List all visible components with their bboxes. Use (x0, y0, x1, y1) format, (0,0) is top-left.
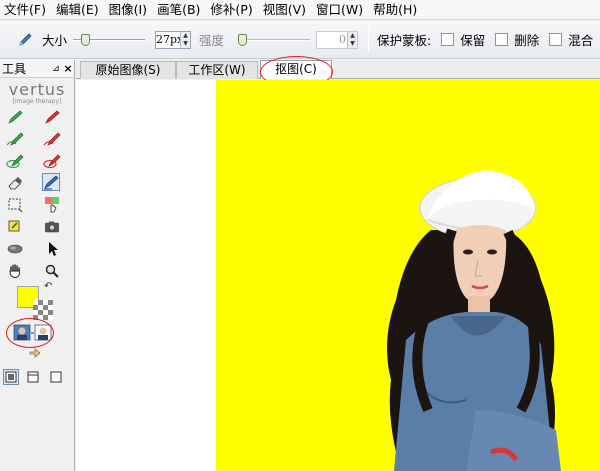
eraser-tool[interactable] (6, 174, 24, 192)
menu-repair[interactable]: 修补(P) (206, 0, 258, 20)
menu-edit[interactable]: 编辑(E) (52, 0, 105, 20)
swap-colors-icon[interactable]: ↶ (44, 282, 54, 292)
full-view-icon (50, 371, 62, 383)
strength-label: 强度 (199, 33, 225, 48)
delete-brush-tool[interactable] (43, 108, 61, 126)
delete-label: 删除 (514, 33, 540, 48)
logo-main: vertus (8, 80, 66, 99)
size-slider-thumb[interactable] (81, 33, 91, 46)
rectangle-select-icon (8, 198, 23, 213)
tab-extract[interactable]: 抠图(C) (260, 60, 332, 79)
strength-up-arrow-icon[interactable]: ▲ (348, 32, 357, 40)
strength-spinbox[interactable]: 0 ▲ ▼ (316, 30, 359, 49)
pin-icon[interactable]: ⊿ (50, 64, 62, 74)
delete-region-tool[interactable] (43, 152, 61, 170)
eraser-icon (8, 177, 22, 190)
smudge-tool[interactable] (6, 240, 24, 258)
tool-panel: 工具 ⊿ × vertus [image therapy] ↶ (0, 60, 75, 471)
menu-brush[interactable]: 画笔(B) (153, 0, 206, 20)
portrait-thumbnail-icon (13, 324, 52, 341)
menu-view[interactable]: 视图(V) (259, 0, 312, 20)
rect-select-tool[interactable] (6, 196, 24, 214)
red-brush-icon (45, 110, 60, 124)
brush-icon (19, 32, 32, 46)
layout-full-button[interactable] (48, 369, 64, 385)
keep-checkbox[interactable] (441, 33, 455, 46)
size-up-arrow-icon[interactable]: ▲ (181, 32, 190, 40)
smudge-icon (7, 244, 23, 254)
layout-split-button[interactable] (25, 369, 41, 385)
options-toolbar: 大小 27px ▲ ▼ 强度 0 ▲ ▼ 保护蒙板: 保留 删除 混合 (0, 21, 600, 59)
layout-single-button[interactable] (3, 369, 19, 385)
color-picker-hand-icon (45, 197, 59, 213)
red-region-brush-icon (43, 154, 61, 169)
zoom-tool[interactable] (43, 262, 61, 280)
size-label: 大小 (42, 33, 68, 48)
magnifier-icon (45, 264, 59, 278)
strength-slider-thumb[interactable] (238, 33, 248, 46)
mask-icon (8, 220, 20, 232)
green-brush-icon (8, 110, 23, 124)
tool-panel-header: 工具 ⊿ × (0, 60, 74, 78)
vertus-logo: vertus [image therapy] (0, 82, 74, 106)
keep-region-tool[interactable] (6, 152, 24, 170)
extract-brush-tool[interactable] (42, 173, 60, 191)
menu-file[interactable]: 文件(F) (0, 0, 52, 20)
keep-label: 保留 (460, 33, 486, 48)
menu-image[interactable]: 图像(I) (105, 0, 153, 20)
tab-workspace[interactable]: 工作区(W) (176, 61, 258, 79)
woman-portrait-image (387, 170, 561, 471)
red-edge-brush-icon (43, 132, 61, 146)
strength-down-arrow-icon[interactable]: ▼ (348, 40, 357, 48)
pointer-tool[interactable] (43, 240, 61, 258)
menu-bar: 文件(F) 编辑(E) 图像(I) 画笔(B) 修补(P) 视图(V) 窗口(W… (0, 0, 600, 20)
size-value[interactable]: 27px (156, 32, 183, 48)
blend-checkbox[interactable] (549, 33, 563, 46)
green-region-brush-icon (6, 154, 24, 169)
toolbar-separator (368, 27, 370, 52)
camera-icon (45, 221, 59, 233)
preview-thumbnails[interactable] (13, 324, 53, 342)
keep-edge-tool[interactable] (6, 130, 24, 148)
strength-value[interactable]: 0 (317, 32, 347, 48)
strength-slider[interactable] (238, 33, 311, 47)
logo-sub: [image therapy] (12, 98, 62, 105)
mask-tool[interactable] (6, 218, 24, 236)
close-icon[interactable]: × (62, 62, 74, 75)
color-picker-tool[interactable] (43, 196, 61, 214)
green-edge-brush-icon (6, 132, 24, 146)
camera-tool[interactable] (43, 218, 61, 236)
split-view-icon (27, 371, 39, 383)
size-slider[interactable] (73, 33, 146, 47)
tool-panel-title: 工具 (2, 62, 27, 76)
delete-checkbox[interactable] (495, 33, 509, 46)
tab-original-image[interactable]: 原始图像(S) (80, 61, 176, 79)
transparent-background-swatch[interactable] (33, 300, 53, 320)
delete-edge-tool[interactable] (43, 130, 61, 148)
blue-brush-icon (44, 175, 59, 190)
hand-icon (9, 264, 20, 278)
menu-window[interactable]: 窗口(W) (312, 0, 369, 20)
extracted-image-canvas[interactable] (216, 80, 600, 471)
hand-pointer-icon (29, 348, 41, 358)
single-view-icon (5, 371, 17, 383)
document-tabs: 原始图像(S) 工作区(W) 抠图(C) (76, 60, 600, 79)
size-down-arrow-icon[interactable]: ▼ (181, 40, 190, 48)
canvas-area[interactable] (76, 80, 600, 471)
arrow-cursor-icon (49, 242, 58, 256)
menu-help[interactable]: 帮助(H) (369, 0, 423, 20)
keep-brush-tool[interactable] (6, 108, 24, 126)
size-spinbox[interactable]: 27px ▲ ▼ (155, 30, 192, 49)
hand-tool[interactable] (6, 262, 24, 280)
blend-label: 混合 (568, 33, 594, 48)
mask-label: 保护蒙板: (377, 33, 432, 48)
